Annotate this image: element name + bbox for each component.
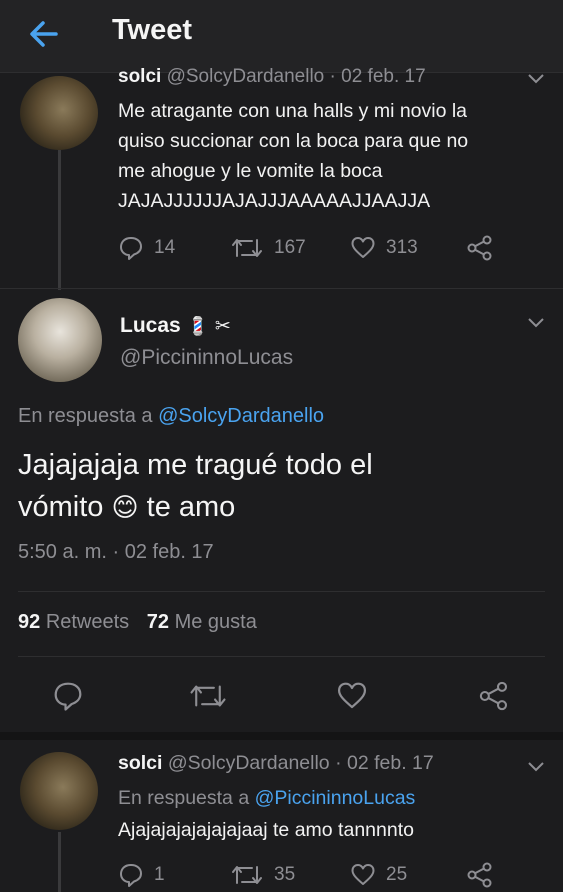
retweet-count: 167 [274,237,306,258]
tweet-text-line: quiso succionar con la boca para que no [118,130,469,152]
retweet-button[interactable]: 167 [230,235,306,261]
barber-pole-emoji: 💈 [186,316,209,336]
thread-line [58,832,61,892]
divider [18,656,545,657]
retweet-icon [232,866,262,884]
tweet-author-row: solci @SolcyDardanello · 02 feb. 17 [118,752,434,775]
tweet-author-row: Lucas 💈 ✂ [120,314,231,338]
retweet-button[interactable]: 35 [230,862,295,888]
avatar[interactable] [18,298,102,382]
chevron-down-icon[interactable] [526,316,546,330]
reply-icon [120,237,142,260]
reply-context: En respuesta a @PiccininnoLucas [118,787,415,810]
likes-stat[interactable]: 72 Me gusta [147,611,257,633]
like-count: 25 [386,864,408,885]
tweet-author-row: solci @SolcyDardanello · 02 feb. 17 [118,66,426,88]
reply-prefix: En respuesta a [18,405,153,427]
chevron-down-icon[interactable] [526,760,546,774]
tweet-timestamp: 5:50 a. m. · 02 feb. 17 [18,541,214,563]
smiling-face-emoji: 😊 [111,492,139,522]
reply-prefix: En respuesta a [118,787,250,809]
page-title: Tweet [112,14,193,46]
tweet-text: Ajajajajajajajajaaj te amo tannnnto [118,819,414,841]
share-icon[interactable] [466,234,494,262]
retweets-stat[interactable]: 92 Retweets [18,611,135,633]
retweet-icon [232,239,262,257]
reply-icon[interactable] [52,680,84,712]
author-name[interactable]: Lucas [120,314,181,337]
reply-context: En respuesta a @SolcyDardanello [18,405,324,428]
heart-icon[interactable] [336,680,368,712]
like-button[interactable]: 25 [350,862,407,888]
divider [18,591,545,592]
tweet-text-line: Jajajajaja me tragué todo el [18,449,373,481]
like-label: Me gusta [174,611,257,633]
retweet-count: 35 [274,864,296,885]
tweet-text-line: JAJAJJJJJJAJAJJJAAAAAJJAAJJA [118,190,431,212]
tweet-stats: 92 Retweets 72 Me gusta [18,611,257,634]
scissors-icon: ✂ [214,316,231,337]
chevron-down-icon[interactable] [526,72,546,86]
tweet-text-segment: vómito [18,491,104,523]
author-name[interactable]: solci [118,66,161,87]
tweet-text: Jajajajaja me tragué todo el vómito 😊 te… [18,444,373,528]
tweet-date: · 02 feb. 17 [329,66,426,87]
reply-count: 14 [154,237,176,258]
share-icon[interactable] [478,680,510,712]
author-handle[interactable]: @SolcyDardanello [168,752,330,774]
retweet-icon[interactable] [188,680,228,712]
tweet-text-segment: te amo [146,491,236,523]
reply-count: 1 [154,864,165,885]
avatar[interactable] [20,752,98,830]
tweet-text-line: vómito 😊 te amo [18,486,373,528]
like-total: 72 [146,611,169,633]
tweet-text: Me atragante con una halls y mi novio la… [118,96,468,216]
thread-line [58,150,61,290]
divider [0,732,563,740]
share-icon[interactable] [466,861,494,889]
reply-icon [120,864,142,887]
app-header: Tweet [0,0,563,73]
heart-icon [351,864,375,885]
author-handle[interactable]: @PiccininnoLucas [120,346,293,370]
retweet-total: 92 [18,611,41,633]
mention-link[interactable]: @SolcyDardanello [158,405,324,427]
author-name[interactable]: solci [118,752,162,774]
tweet-date: · 02 feb. 17 [335,752,434,774]
tweet-text-line: me ahogue y le vomite la boca [118,160,383,182]
mention-link[interactable]: @PiccininnoLucas [255,787,416,809]
heart-icon [351,237,375,258]
back-arrow-icon[interactable] [24,16,64,52]
retweet-label: Retweets [45,611,130,633]
like-count: 313 [386,237,418,258]
like-button[interactable]: 313 [350,235,418,261]
avatar[interactable] [20,76,98,150]
reply-button[interactable]: 1 [118,862,165,888]
reply-button[interactable]: 14 [118,235,175,261]
tweet-text-line: Me atragante con una halls y mi novio la [118,100,468,122]
author-handle[interactable]: @SolcyDardanello [167,66,325,87]
divider [0,288,563,289]
